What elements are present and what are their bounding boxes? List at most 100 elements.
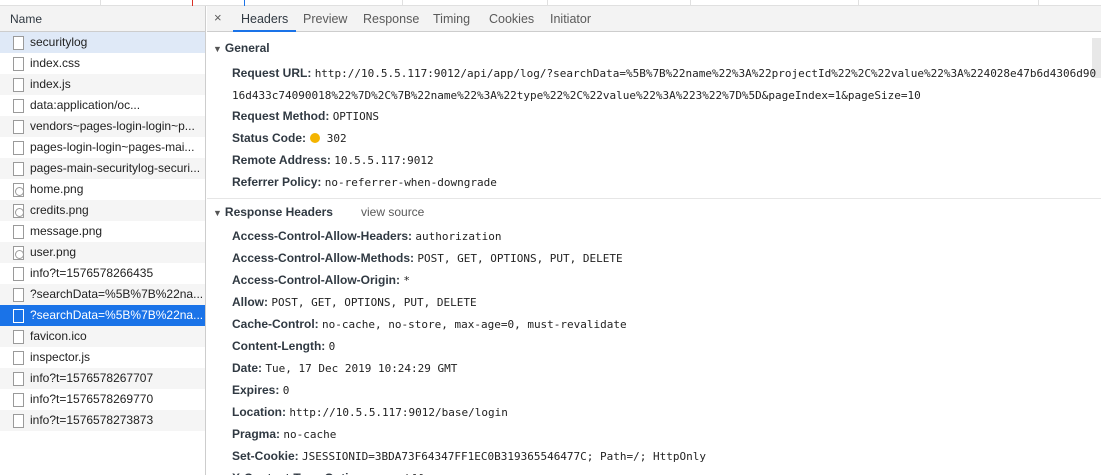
header-value: * — [403, 274, 410, 287]
request-row[interactable]: ?searchData=%5B%7B%22na... — [0, 305, 205, 326]
request-row[interactable]: securitylog — [0, 32, 205, 53]
document-file-icon — [13, 267, 24, 281]
request-row[interactable]: data:application/oc... — [0, 95, 205, 116]
request-name: data:application/oc... — [30, 98, 141, 112]
request-method-key: Request Method: — [232, 109, 330, 123]
image-file-icon — [13, 183, 24, 197]
document-file-icon — [13, 225, 24, 239]
header-key: Cache-Control: — [232, 317, 319, 331]
header-value: authorization — [415, 230, 502, 243]
response-header-row: Set-Cookie: JSESSIONID=3BDA73F64347FF1EC… — [232, 449, 706, 463]
request-row[interactable]: home.png — [0, 179, 205, 200]
request-row[interactable]: pages-main-securitylog-securi... — [0, 158, 205, 179]
response-header-row: Expires: 0 — [232, 383, 289, 397]
document-file-icon — [13, 393, 24, 407]
header-key: Location: — [232, 405, 286, 419]
request-row[interactable]: vendors~pages-login-login~p... — [0, 116, 205, 137]
referrer-policy-key: Referrer Policy: — [232, 175, 322, 189]
request-url-value-cont: 16d433c74090018%22%7D%2C%7B%22name%22%3A… — [232, 89, 921, 102]
document-file-icon — [13, 351, 24, 365]
request-method-row: Request Method: OPTIONS — [232, 109, 379, 123]
request-name: user.png — [30, 245, 77, 259]
tab-preview[interactable]: Preview — [303, 6, 347, 32]
header-value: JSESSIONID=3BDA73F64347FF1EC0B3193655464… — [302, 450, 707, 463]
header-key: Content-Length: — [232, 339, 326, 353]
request-row[interactable]: user.png — [0, 242, 205, 263]
view-source-link[interactable]: view source — [361, 205, 424, 219]
request-name: index.js — [30, 77, 71, 91]
document-file-icon — [13, 414, 24, 428]
response-header-row: X-Content-Type-Options: nosniff — [232, 471, 423, 475]
response-header-row: Cache-Control: no-cache, no-store, max-a… — [232, 317, 627, 331]
header-key: Access-Control-Allow-Origin: — [232, 273, 401, 287]
document-file-icon — [13, 372, 24, 386]
tab-headers[interactable]: Headers — [233, 6, 297, 32]
request-name: inspector.js — [30, 350, 91, 364]
response-headers-section-header[interactable]: ▼ Response Headers view source — [213, 205, 513, 219]
request-name: ?searchData=%5B%7B%22na... — [30, 308, 204, 322]
header-key: Set-Cookie: — [232, 449, 299, 463]
request-method-value: OPTIONS — [332, 110, 380, 123]
tab-response[interactable]: Response — [363, 6, 419, 32]
request-name: message.png — [30, 224, 103, 238]
request-row[interactable]: inspector.js — [0, 347, 205, 368]
request-name: pages-login-login~pages-mai... — [30, 140, 195, 154]
close-icon[interactable]: × — [214, 10, 222, 25]
request-name: vendors~pages-login-login~p... — [30, 119, 195, 133]
header-value: 0 — [328, 340, 336, 353]
request-name: credits.png — [30, 203, 89, 217]
triangle-down-icon: ▼ — [213, 44, 222, 54]
header-key: Date: — [232, 361, 263, 375]
document-file-icon — [13, 330, 24, 344]
request-name: favicon.ico — [30, 329, 87, 343]
request-name: index.css — [30, 56, 81, 70]
request-row[interactable]: info?t=1576578266435 — [0, 263, 205, 284]
name-column-header[interactable]: Name — [0, 6, 205, 32]
request-url-value: http://10.5.5.117:9012/api/app/log/?sear… — [314, 67, 1097, 80]
response-header-row: Access-Control-Allow-Headers: authorizat… — [232, 229, 501, 243]
tab-cookies[interactable]: Cookies — [489, 6, 534, 32]
header-value: POST, GET, OPTIONS, PUT, DELETE — [271, 296, 477, 309]
request-row[interactable]: pages-login-login~pages-mai... — [0, 137, 205, 158]
request-row[interactable]: index.js — [0, 74, 205, 95]
request-name: info?t=1576578269770 — [30, 392, 154, 406]
tab-initiator[interactable]: Initiator — [550, 6, 591, 32]
request-row[interactable]: info?t=1576578273873 — [0, 410, 205, 431]
request-row[interactable]: message.png — [0, 221, 205, 242]
header-key: Expires: — [232, 383, 280, 397]
response-header-row: Location: http://10.5.5.117:9012/base/lo… — [232, 405, 508, 419]
request-row[interactable]: favicon.ico — [0, 326, 205, 347]
request-name: info?t=1576578266435 — [30, 266, 154, 280]
request-row[interactable]: index.css — [0, 53, 205, 74]
header-value: 0 — [282, 384, 290, 397]
header-key: Allow: — [232, 295, 268, 309]
tab-timing[interactable]: Timing — [433, 6, 470, 32]
request-name: pages-main-securitylog-securi... — [30, 161, 201, 175]
request-row[interactable]: info?t=1576578267707 — [0, 368, 205, 389]
request-details-panel: × Headers Preview Response Timing Cookie… — [207, 6, 1101, 475]
request-list: Name securitylog index.css index.js data:ap… — [0, 6, 206, 475]
image-file-icon — [13, 246, 24, 260]
status-code-key: Status Code: — [232, 131, 307, 145]
header-value: POST, GET, OPTIONS, PUT, DELETE — [417, 252, 623, 265]
header-value: no-cache, no-store, max-age=0, must-reva… — [322, 318, 627, 331]
document-file-icon — [13, 141, 24, 155]
request-row[interactable]: info?t=1576578269770 — [0, 389, 205, 410]
remote-address-value: 10.5.5.117:9012 — [334, 154, 434, 167]
request-url-row: Request URL: http://10.5.5.117:9012/api/… — [232, 66, 1096, 80]
status-dot-icon — [310, 133, 321, 143]
response-header-row: Date: Tue, 17 Dec 2019 10:24:29 GMT — [232, 361, 457, 375]
request-name: home.png — [30, 182, 84, 196]
request-row[interactable]: ?searchData=%5B%7B%22na... — [0, 284, 205, 305]
status-code-value: 302 — [326, 132, 347, 145]
general-section-header[interactable]: ▼ General — [213, 41, 270, 55]
request-name: info?t=1576578267707 — [30, 371, 154, 385]
document-file-icon — [13, 36, 24, 50]
response-header-row: Access-Control-Allow-Origin: * — [232, 273, 410, 287]
remote-address-row: Remote Address: 10.5.5.117:9012 — [232, 153, 434, 167]
document-file-icon — [13, 57, 24, 71]
request-url-key: Request URL: — [232, 66, 312, 80]
header-value: no-cache — [283, 428, 337, 441]
details-tabbar: × Headers Preview Response Timing Cookie… — [207, 6, 1101, 32]
request-row[interactable]: credits.png — [0, 200, 205, 221]
